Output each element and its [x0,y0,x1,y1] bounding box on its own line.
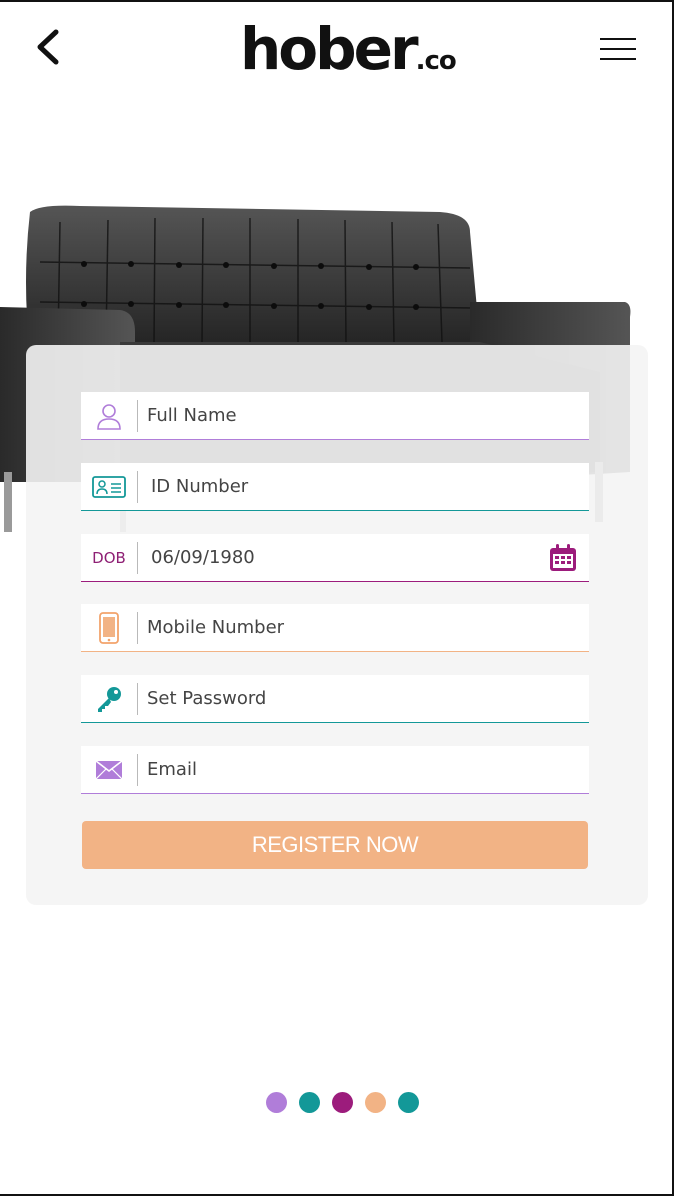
id-number-input[interactable] [151,463,551,509]
field-divider [137,471,138,503]
envelope-icon [81,746,137,794]
calendar-icon [550,544,576,571]
dob-label-box: DOB [81,534,137,582]
mobile-number-field[interactable] [81,604,589,652]
brand-logo: hober.co [240,15,457,83]
menu-line [600,58,636,60]
chevron-left-icon [37,29,59,65]
field-divider [137,400,138,432]
mobile-phone-icon [81,604,137,652]
field-divider [137,683,138,715]
menu-line [600,38,636,40]
page-dot-5[interactable] [398,1092,419,1113]
logo-main-text: hober [240,15,419,83]
user-icon [81,392,137,440]
password-field[interactable] [81,675,589,723]
id-number-field[interactable] [81,463,589,511]
email-field[interactable] [81,746,589,794]
back-button[interactable] [30,26,70,70]
full-name-field[interactable] [81,392,589,440]
key-icon [81,675,137,723]
dob-field[interactable]: DOB [81,534,589,582]
dob-label: DOB [92,549,126,567]
full-name-input[interactable] [147,392,547,438]
menu-line [600,48,636,50]
page-dot-3[interactable] [332,1092,353,1113]
email-input[interactable] [147,746,547,792]
registration-form-card: DOB [26,345,648,905]
field-divider [137,542,138,574]
mobile-number-input[interactable] [147,604,547,650]
app-screen: hober.co Full Name ID Number DOB 06/09/1… [0,0,674,1196]
dob-input[interactable] [151,534,551,580]
page-dot-2[interactable] [299,1092,320,1113]
page-dot-4[interactable] [365,1092,386,1113]
logo-sub-text: .co [415,46,457,76]
register-now-button[interactable]: REGISTER NOW [82,821,588,869]
hamburger-menu-button[interactable] [600,38,636,60]
field-divider [137,612,138,644]
page-dot-1[interactable] [266,1092,287,1113]
field-divider [137,754,138,786]
id-card-icon [81,463,137,511]
pagination-dots [266,1092,426,1114]
calendar-button[interactable] [549,544,577,572]
password-input[interactable] [147,675,547,721]
